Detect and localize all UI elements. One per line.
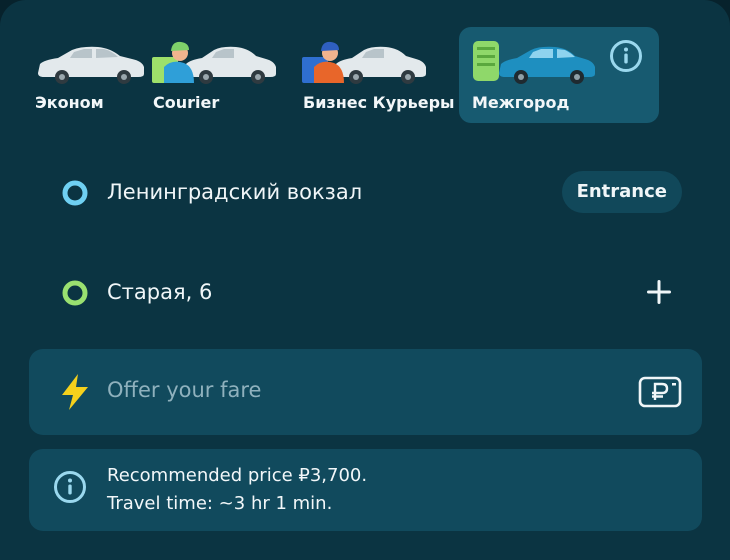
info-icon — [54, 471, 86, 503]
recommended-price-text: Recommended price ₽3,700. — [107, 465, 368, 486]
travel-time-text: Travel time: ~3 hr 1 min. — [107, 493, 333, 514]
tariff-selector: Эконом Courier Бизнес Курьеры Межгород — [22, 27, 712, 123]
tariff-courier[interactable]: Courier — [140, 27, 282, 123]
ruble-payment-icon[interactable] — [638, 376, 682, 408]
business-courier-car-icon — [302, 41, 426, 84]
tariff-label: Межгород — [472, 93, 570, 112]
recommended-price-card: Recommended price ₽3,700. Travel time: ~… — [29, 449, 702, 531]
tariff-label: Courier — [153, 93, 220, 112]
tariff-economy[interactable]: Эконом — [22, 27, 150, 123]
tariff-label: Эконом — [35, 93, 104, 112]
pickup-address: Ленинградский вокзал — [107, 180, 363, 204]
pickup-point-icon — [62, 180, 88, 206]
tariff-intercity[interactable]: Межгород — [459, 27, 659, 123]
tariff-business-courier[interactable]: Бизнес Курьеры — [290, 27, 455, 123]
order-sheet: Эконом Courier Бизнес Курьеры Межгород Л… — [0, 0, 730, 560]
tariff-info-icon[interactable] — [609, 39, 643, 73]
intercity-car-icon — [473, 41, 595, 84]
add-stop-icon[interactable] — [644, 277, 674, 307]
entrance-button[interactable]: Entrance — [561, 171, 682, 213]
pickup-row[interactable]: Ленинградский вокзал Entrance — [60, 171, 682, 215]
lightning-icon — [62, 374, 88, 410]
destination-point-icon — [62, 280, 88, 306]
tariff-label: Бизнес Курьеры — [303, 93, 455, 112]
destination-address: Старая, 6 — [107, 280, 213, 304]
courier-car-icon — [152, 41, 276, 84]
destination-row[interactable]: Старая, 6 — [60, 271, 682, 315]
offer-fare-placeholder: Offer your fare — [107, 378, 262, 402]
offer-fare-field[interactable]: Offer your fare — [29, 349, 702, 435]
